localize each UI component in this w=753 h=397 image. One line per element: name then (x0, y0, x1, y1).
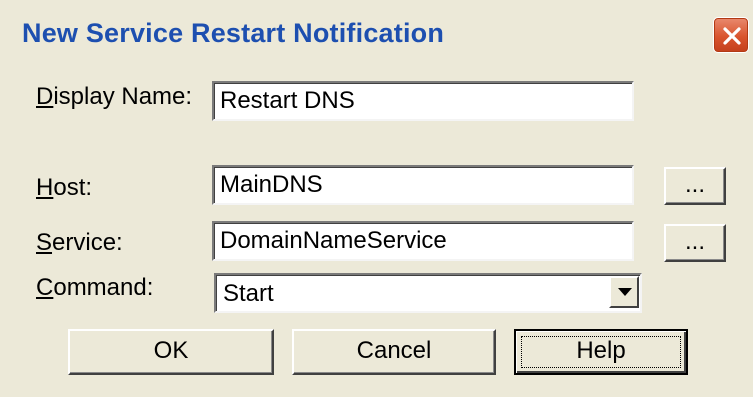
display-name-label: Display Name: (36, 83, 193, 110)
host-browse-button[interactable]: ... (664, 167, 726, 205)
dialog-title: New Service Restart Notification (22, 18, 445, 48)
host-label: Host: (36, 174, 93, 201)
help-button[interactable]: Help (514, 329, 688, 375)
service-label: Service: (36, 229, 123, 256)
command-select[interactable]: Start (214, 273, 642, 313)
focus-rectangle (521, 336, 681, 368)
new-service-restart-notification-dialog: New Service Restart Notification Display… (0, 0, 753, 397)
ok-button[interactable]: OK (68, 329, 274, 375)
display-name-field[interactable]: Restart DNS (212, 81, 634, 121)
cancel-button[interactable]: Cancel (292, 329, 496, 375)
title-bar[interactable]: New Service Restart Notification (0, 0, 753, 66)
command-label: Command: (36, 274, 154, 301)
close-icon (723, 27, 741, 45)
close-button[interactable] (713, 17, 749, 53)
host-field[interactable]: MainDNS (212, 165, 634, 205)
dropdown-arrow-icon (618, 288, 632, 296)
service-field[interactable]: DomainNameService (212, 221, 634, 261)
service-browse-button[interactable]: ... (664, 224, 726, 262)
command-dropdown-button[interactable] (609, 276, 639, 308)
command-selected-value: Start (223, 280, 274, 307)
